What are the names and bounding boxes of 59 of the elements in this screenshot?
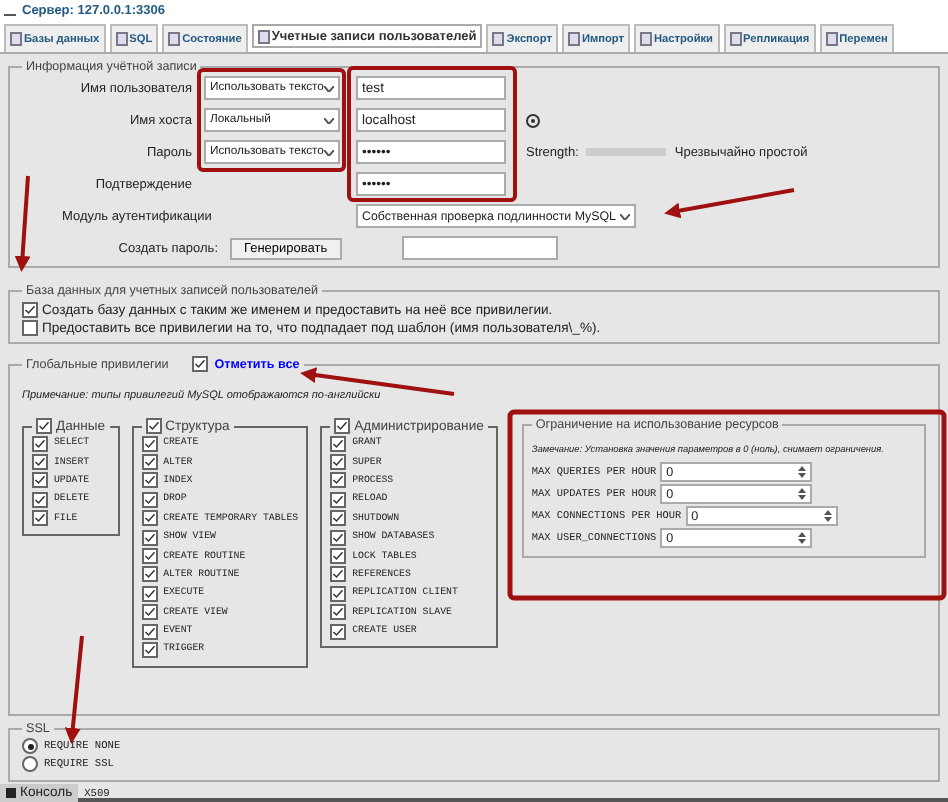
checkbox[interactable] <box>141 641 158 658</box>
spinner-icon[interactable] <box>823 510 832 522</box>
checkbox[interactable] <box>330 472 347 489</box>
help-icon[interactable] <box>526 113 540 127</box>
checkbox[interactable] <box>330 604 347 621</box>
checkbox[interactable] <box>141 510 158 527</box>
page-icon <box>115 32 128 46</box>
checkbox[interactable] <box>32 491 48 508</box>
caret-icon <box>324 117 334 123</box>
checkbox[interactable] <box>330 510 347 527</box>
spinner-icon[interactable] <box>798 466 807 478</box>
checkbox[interactable] <box>141 604 158 621</box>
checkbox[interactable] <box>141 529 158 546</box>
annotation-arrow <box>14 175 31 272</box>
checkbox[interactable] <box>32 510 48 527</box>
annotation-arrow <box>64 635 84 744</box>
caret-icon <box>619 213 630 219</box>
checkbox[interactable] <box>141 472 158 489</box>
annotation-arrow <box>664 188 795 219</box>
checkbox[interactable] <box>32 454 48 471</box>
checkbox[interactable] <box>330 491 347 508</box>
checkbox[interactable] <box>145 418 162 434</box>
page-icon <box>492 32 505 46</box>
checkbox[interactable] <box>334 418 351 434</box>
checkbox[interactable] <box>330 566 347 583</box>
checkbox[interactable] <box>141 548 158 565</box>
checkbox[interactable] <box>141 435 158 452</box>
page-icon <box>567 32 580 46</box>
checkbox[interactable] <box>330 585 347 602</box>
checkbox[interactable] <box>141 585 158 602</box>
page-icon <box>257 29 270 43</box>
checkbox[interactable] <box>36 418 52 434</box>
radio-button[interactable] <box>22 756 38 773</box>
terminal-icon <box>6 788 16 798</box>
page-icon <box>639 32 652 46</box>
checkbox[interactable] <box>192 356 209 372</box>
checkbox[interactable] <box>22 302 38 318</box>
checkbox[interactable] <box>330 454 347 471</box>
checkbox[interactable] <box>32 435 48 452</box>
checkbox[interactable] <box>141 623 158 640</box>
checkbox[interactable] <box>330 623 347 640</box>
checkbox[interactable] <box>330 548 347 565</box>
checkbox[interactable] <box>22 320 38 336</box>
page-icon <box>10 32 22 46</box>
checkbox[interactable] <box>330 435 347 452</box>
checkbox[interactable] <box>32 472 48 489</box>
page-icon <box>168 32 181 46</box>
spinner-icon[interactable] <box>798 488 807 500</box>
checkbox[interactable] <box>141 566 158 583</box>
radio-button[interactable] <box>22 738 38 755</box>
page-icon <box>729 32 741 46</box>
spinner-icon[interactable] <box>798 532 807 544</box>
page-icon <box>825 32 838 46</box>
checkbox[interactable] <box>330 529 347 546</box>
caret-icon <box>324 85 334 91</box>
checkbox[interactable] <box>141 454 158 471</box>
caret-icon <box>324 149 334 155</box>
checkbox[interactable] <box>141 491 158 508</box>
input-field[interactable] <box>401 236 558 260</box>
